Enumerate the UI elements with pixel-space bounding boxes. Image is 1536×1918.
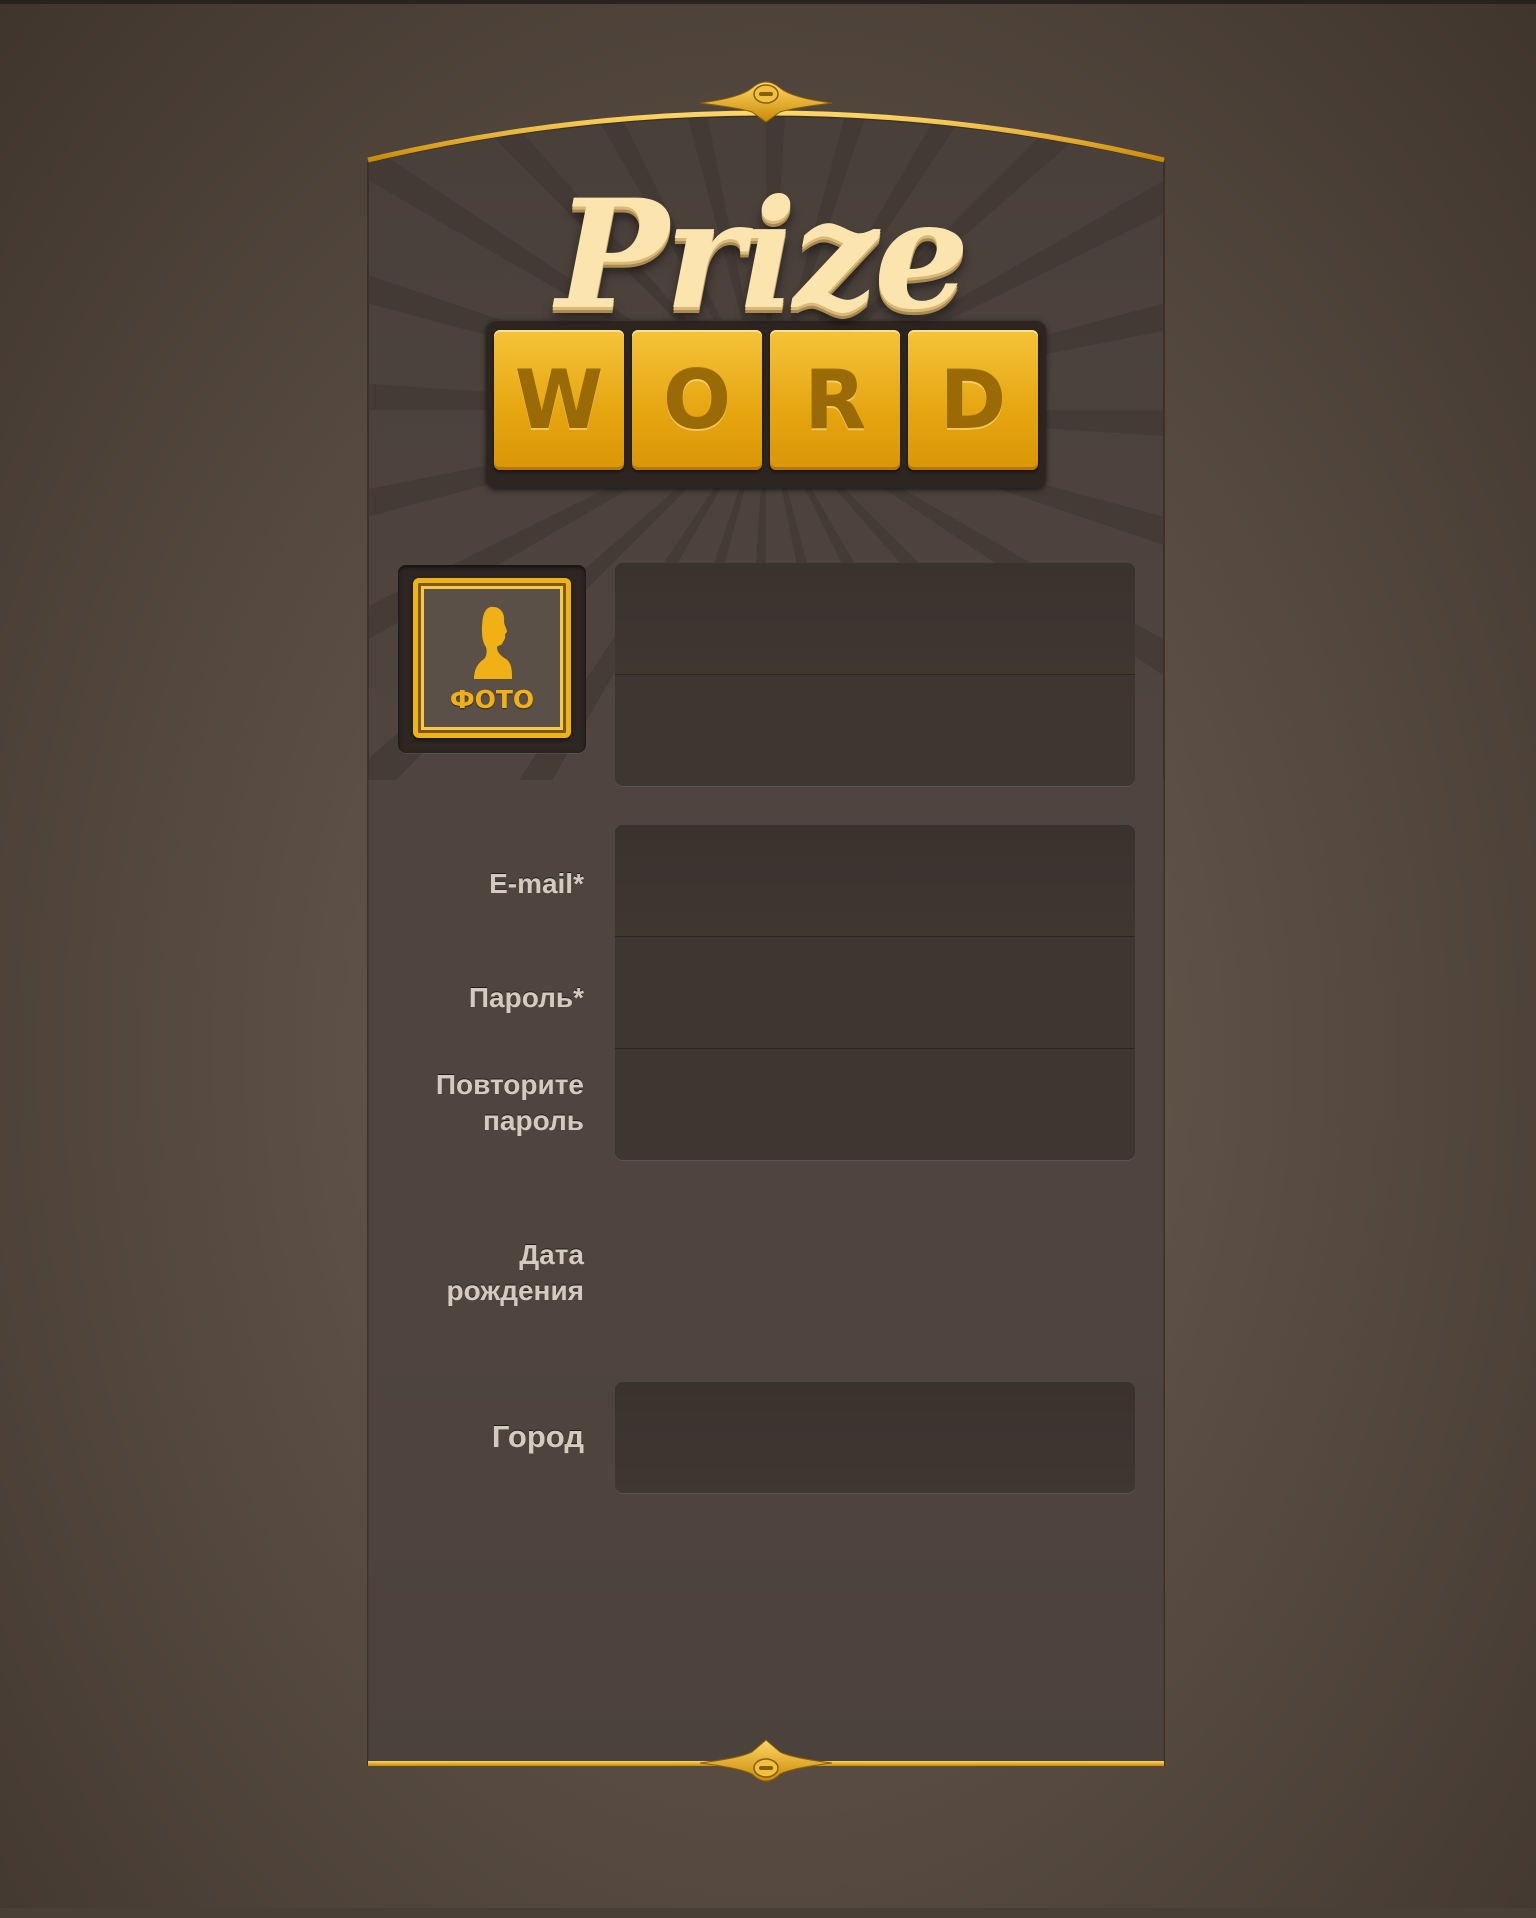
password-label: Пароль* [468,982,584,1013]
password-repeat-label-line2: пароль [483,1105,584,1136]
credentials-field-group [615,825,1135,1160]
email-label: E-mail* [489,868,584,899]
bottom-border [0,1908,1536,1918]
password-repeat-label: Повторите пароль [436,1067,584,1139]
city-input[interactable] [615,1382,1135,1493]
birth-date-label-line1: Дата [519,1239,584,1270]
logo-tile-r: R [770,330,900,470]
photo-upload-button[interactable]: ФОТО [413,578,571,738]
person-silhouette-icon [474,606,512,679]
name-field-group [615,563,1135,786]
photo-label: ФОТО [449,685,535,714]
logo-script-text: Prize [556,167,969,343]
city-field-group [615,1382,1135,1493]
city-label: Город [491,1419,584,1454]
birth-date-label-line2: рождения [446,1275,585,1306]
password-input[interactable] [615,937,1135,1048]
email-input[interactable] [615,825,1135,936]
logo-tiles-frame: W O R D [486,320,1046,488]
logo-tile-o: O [632,330,762,470]
last-name-input[interactable] [615,675,1135,786]
first-name-input[interactable] [615,563,1135,674]
logo-tile-d: D [908,330,1038,470]
password-repeat-input[interactable] [615,1049,1135,1160]
password-repeat-label-line1: Повторите [435,1069,584,1100]
birth-date-label: Дата рождения [447,1237,585,1309]
logo-tile-w: W [494,330,624,470]
